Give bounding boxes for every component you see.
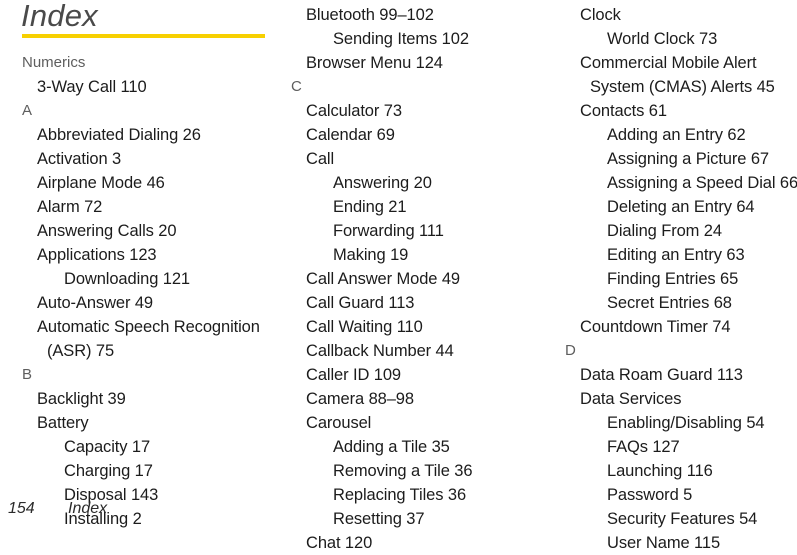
index-entry: Activation 3 [37,150,122,168]
index-entry: Camera 88–98 [306,390,414,408]
index-subentry: Enabling/Disabling 54 [607,414,765,432]
index-entry: Browser Menu 124 [306,54,443,72]
title-accent-rule [22,34,265,38]
index-subentry: Downloading 121 [64,270,191,288]
index-entry: Call Answer Mode 49 [306,270,461,288]
index-subentry: Finding Entries 65 [607,270,739,288]
index-letter-heading: C [291,78,302,95]
index-entry: Auto-Answer 49 [37,294,153,312]
index-subentry: Ending 21 [333,198,407,216]
index-letter-heading: A [22,102,33,119]
index-letter-heading: D [565,342,576,359]
index-subentry: World Clock 73 [607,30,718,48]
index-entry: Automatic Speech Recognition [37,318,260,336]
index-subentry: Dialing From 24 [607,222,722,240]
index-entry: Data Services [580,390,682,408]
index-subentry: Removing a Tile 36 [333,462,473,480]
index-letter-heading: B [22,366,33,383]
index-subentry: FAQs 127 [607,438,680,456]
index-entry: Battery [37,414,89,432]
index-entry: Airplane Mode 46 [37,174,165,192]
index-subentry: Charging 17 [64,462,153,480]
index-entry: Abbreviated Dialing 26 [37,126,201,144]
index-entry: Contacts 61 [580,102,667,120]
index-entry: Caller ID 109 [306,366,401,384]
index-column-2: Bluetooth 99–102 Sending Items 102 Browser… [291,3,539,555]
index-letter-heading: Numerics [22,54,86,71]
index-entry: Bluetooth 99–102 [306,6,434,24]
index-entry: Call [306,150,335,168]
index-entry: Data Roam Guard 113 [580,366,743,384]
page-footer: 154 Index [0,498,797,519]
index-entry: Answering Calls 20 [37,222,177,240]
index-subentry: Adding an Entry 62 [607,126,746,144]
index-entry: 3-Way Call 110 [37,78,147,96]
page-title: Index [21,0,98,33]
index-subentry: Deleting an Entry 64 [607,198,755,216]
index-subentry: User Name 115 [607,534,721,552]
index-entry: Callback Number 44 [306,342,454,360]
index-entry: Countdown Timer 74 [580,318,731,336]
index-subentry: Editing an Entry 63 [607,246,745,264]
index-entry: Call Guard 113 [306,294,415,312]
index-entry: Calculator 73 [306,102,402,120]
index-entry: Carousel [306,414,372,432]
index-entry-continuation: (ASR) 75 [47,342,115,360]
index-entry: Backlight 39 [37,390,126,408]
index-subentry: Sending Items 102 [333,30,469,48]
index-column-1: Numerics 3-Way Call 110 A Abbreviated Diali… [22,51,284,531]
index-subentry: Answering 20 [333,174,432,192]
index-entry: Chat 120 [306,534,373,552]
index-entry: Calendar 69 [306,126,395,144]
index-column-3: Clock World Clock 73 Commercial Mobile Ale… [565,3,797,555]
index-subentry: Assigning a Speed Dial 66 [607,174,797,192]
index-entry: Call Waiting 110 [306,318,423,336]
index-subentry: Assigning a Picture 67 [607,150,769,168]
index-subentry: Launching 116 [607,462,713,480]
index-entry-continuation: System (CMAS) Alerts 45 [590,78,775,96]
index-entry: Applications 123 [37,246,157,264]
index-entry: Alarm 72 [37,198,103,216]
footer-label: Index [68,500,108,517]
index-subentry: Adding a Tile 35 [333,438,450,456]
index-subentry: Forwarding 111 [333,222,444,240]
index-subentry: Secret Entries 68 [607,294,732,312]
index-subentry: Making 19 [333,246,409,264]
footer-page-number: 154 [8,500,35,517]
index-entry: Commercial Mobile Alert [580,54,757,72]
index-entry: Clock [580,6,621,24]
index-subentry: Capacity 17 [64,438,151,456]
